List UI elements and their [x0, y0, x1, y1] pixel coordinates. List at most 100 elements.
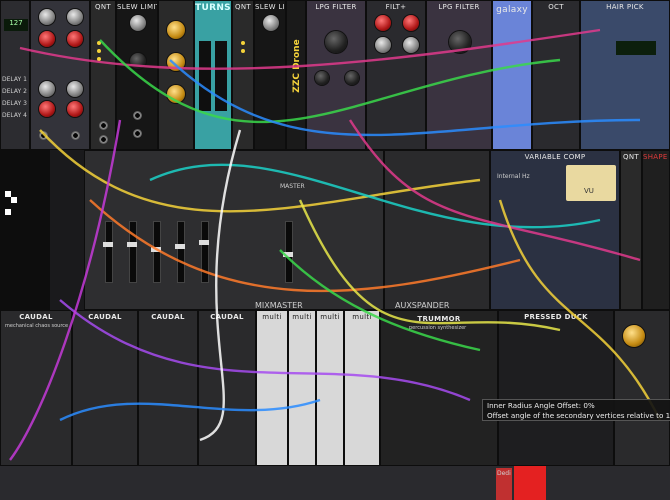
- mix-fader-2[interactable]: [127, 221, 137, 283]
- vca-knob-1[interactable]: [39, 9, 55, 25]
- qnt-row2-module: QNT: [620, 150, 642, 310]
- filter-title: FILT+: [385, 3, 407, 11]
- vca-knob-7[interactable]: [39, 101, 55, 117]
- filter-module: FILT+: [366, 0, 426, 150]
- filter-knob-1[interactable]: [375, 15, 391, 31]
- mixmaster-label: MIXMASTER: [255, 301, 303, 310]
- clock-display: 127: [4, 19, 28, 31]
- turns-slot-2: [215, 41, 227, 111]
- slew-module: SLEW LIMITER: [116, 0, 158, 150]
- parameter-tooltip: Inner Radius Angle Offset: 0% Offset ang…: [482, 399, 670, 421]
- vca-knob-6[interactable]: [67, 81, 83, 97]
- hairpick-title: HAIR PICK: [606, 3, 644, 11]
- delay-label-1: DELAY 1: [2, 76, 27, 83]
- multi-module-1: multi: [256, 310, 288, 466]
- lpg-module-2: LPG FILTER: [426, 0, 492, 150]
- lpg-2-knob-1[interactable]: [449, 31, 471, 53]
- rack-row-2: MIXMASTER MASTER AUXSPANDER VARIABLE COM…: [0, 150, 670, 310]
- vca-knob-5[interactable]: [39, 81, 55, 97]
- right-gold-knob[interactable]: [623, 325, 645, 347]
- slew-module-2: SLEW LIMITER: [254, 0, 286, 150]
- mix-fader-3[interactable]: [151, 221, 161, 283]
- comp-title: VARIABLE COMP: [524, 153, 586, 161]
- qnt-title: QNT: [95, 3, 111, 11]
- mix-fader-6[interactable]: [283, 221, 293, 283]
- qnt-jack-1[interactable]: [99, 121, 108, 130]
- clock-module: 127 DELAY 1 DELAY 2 DELAY 3 DELAY 4: [0, 0, 30, 150]
- filter-knob-3[interactable]: [375, 37, 391, 53]
- delay-label-3: DELAY 3: [2, 100, 27, 107]
- gold-knob-3[interactable]: [167, 85, 185, 103]
- lpg-knob-3[interactable]: [345, 71, 359, 85]
- caudal-module-4: CAUDAL: [198, 310, 256, 466]
- vu-label: VU: [584, 187, 594, 195]
- qnt-module-2: QNT: [232, 0, 254, 150]
- lpg-knob-2[interactable]: [315, 71, 329, 85]
- slew-jack-1[interactable]: [133, 111, 142, 120]
- rack: 127 DELAY 1 DELAY 2 DELAY 3 DELAY 4 QNT: [0, 0, 670, 500]
- slew-knob-2[interactable]: [130, 53, 146, 69]
- caudal-module-3: CAUDAL: [138, 310, 198, 466]
- hairpick-screen: [616, 41, 656, 55]
- slew-knob-1[interactable]: [130, 15, 146, 31]
- lpg-2-title: LPG FILTER: [438, 3, 480, 11]
- trummor-sub: percussion synthesizer: [409, 325, 467, 331]
- lpg-title: LPG FILTER: [315, 3, 357, 11]
- mix-fader-5[interactable]: [199, 221, 209, 283]
- mix-fader-1[interactable]: [103, 221, 113, 283]
- vca-jack-1[interactable]: [39, 131, 48, 140]
- pressed-duck-title: PRESSED DUCK: [524, 313, 588, 321]
- filter-knob-4[interactable]: [403, 37, 419, 53]
- qnt-led-2: [97, 49, 101, 53]
- trummor-module: TRUMMOR percussion synthesizer: [380, 310, 498, 466]
- multi-4-title: multi: [352, 313, 372, 321]
- slew-jack-2[interactable]: [133, 129, 142, 138]
- multi-2-title: multi: [292, 313, 312, 321]
- tooltip-line-1: Inner Radius Angle Offset: 0%: [487, 401, 595, 410]
- rack-row-3: CAUDAL mechanical chaos source CAUDAL CA…: [0, 310, 670, 466]
- caudal-3-title: CAUDAL: [151, 313, 185, 321]
- vca-knob-2[interactable]: [67, 9, 83, 25]
- auxspander-module: AUXSPANDER: [384, 150, 490, 310]
- oct-module: OCT: [532, 0, 580, 150]
- slew-2-knob[interactable]: [263, 15, 279, 31]
- bottom-bar: Dedi: [0, 466, 670, 500]
- mix-fader-4[interactable]: [175, 221, 185, 283]
- multi-3-title: multi: [320, 313, 340, 321]
- internal-label: Internal Hz: [497, 173, 530, 180]
- gold-knob-1[interactable]: [167, 21, 185, 39]
- qnt-module: QNT: [90, 0, 116, 150]
- filter-knob-2[interactable]: [403, 15, 419, 31]
- auxspander-label: AUXSPANDER: [395, 301, 450, 310]
- lpg-knob-1[interactable]: [325, 31, 347, 53]
- qnt-jack-2[interactable]: [99, 135, 108, 144]
- zzc-module: ZZC Drone: [286, 0, 306, 150]
- multi-1-title: multi: [262, 313, 282, 321]
- qnt-2-title: QNT: [235, 3, 251, 11]
- caudal-2-title: CAUDAL: [88, 313, 122, 321]
- vca-module: [30, 0, 90, 150]
- galaxy-title: galaxy: [496, 5, 528, 15]
- turns-module: TURNS: [194, 0, 232, 150]
- pixel-3: [5, 209, 11, 215]
- vca-knob-3[interactable]: [39, 31, 55, 47]
- gold-knob-module: [158, 0, 194, 150]
- oct-title: OCT: [548, 3, 564, 11]
- qnt-2-led-1: [241, 41, 245, 45]
- vca-knob-4[interactable]: [67, 31, 83, 47]
- turns-title: TURNS: [195, 3, 231, 13]
- caudal-module-1: CAUDAL mechanical chaos source: [0, 310, 72, 466]
- pixel-2: [11, 197, 17, 203]
- red-block: [514, 466, 546, 500]
- caudal-1-sub: mechanical chaos source: [5, 323, 69, 329]
- tooltip-line-2: Offset angle of the secondary vertices r…: [487, 411, 670, 420]
- caudal-module-2: CAUDAL: [72, 310, 138, 466]
- vca-jack-2[interactable]: [71, 131, 80, 140]
- shape-module: SHAPE SHIFTER: [642, 150, 670, 310]
- vca-knob-8[interactable]: [67, 101, 83, 117]
- lpg-module: LPG FILTER: [306, 0, 366, 150]
- rack-row-1: 127 DELAY 1 DELAY 2 DELAY 3 DELAY 4 QNT: [0, 0, 670, 150]
- galaxy-module: galaxy: [492, 0, 532, 150]
- qnt-2-led-2: [241, 49, 245, 53]
- gold-knob-2[interactable]: [167, 53, 185, 71]
